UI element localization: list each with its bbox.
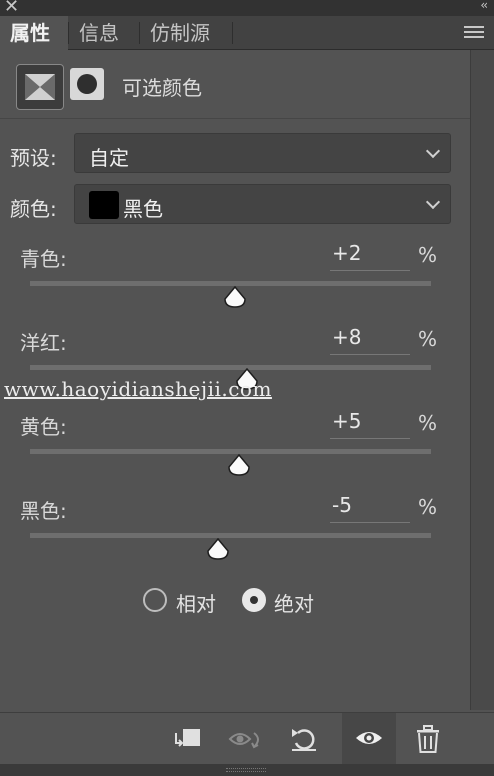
yellow-slider-thumb[interactable] (227, 453, 251, 476)
visibility-eye-icon (353, 723, 385, 755)
clip-to-layer-icon[interactable] (170, 723, 202, 755)
cyan-slider-thumb[interactable] (223, 285, 247, 308)
relative-radio-label[interactable]: 相对 (176, 588, 216, 617)
black-percent-unit: % (418, 495, 438, 519)
black-slider-track[interactable] (30, 533, 431, 538)
selective-color-adjustment-icon[interactable] (16, 64, 64, 110)
tab-clone-source[interactable]: 仿制源 (140, 16, 232, 50)
watermark-text: www.haoyidianshejii.com (4, 377, 272, 401)
cyan-value-field[interactable]: +2 (330, 241, 410, 271)
panel-resize-handle[interactable] (0, 764, 494, 776)
color-swatch (89, 191, 119, 219)
colors-value: 黑色 (123, 197, 163, 221)
yellow-value-field[interactable]: +5 (330, 409, 410, 439)
bottom-toolbar (0, 712, 494, 765)
black-label: 黑色: (20, 499, 67, 523)
cyan-percent-unit: % (418, 243, 438, 267)
absolute-radio[interactable] (242, 588, 266, 612)
yellow-label: 黄色: (20, 415, 67, 439)
collapse-panel-icon[interactable]: ‹‹ (480, 0, 487, 12)
chevron-down-icon (425, 143, 441, 159)
view-previous-icon[interactable] (228, 723, 260, 755)
chevron-down-icon (425, 194, 441, 210)
panel-tab-bar: 属性 信息 仿制源 (0, 16, 494, 51)
yellow-percent-unit: % (418, 411, 438, 435)
preset-value: 自定 (89, 146, 129, 170)
black-value-field[interactable]: -5 (330, 493, 410, 523)
tab-info[interactable]: 信息 (69, 16, 139, 50)
colors-select[interactable]: 黑色 (74, 184, 451, 224)
visibility-toggle-button[interactable] (342, 713, 396, 765)
panel-scrollbar[interactable] (470, 50, 494, 710)
magenta-value-field[interactable]: +8 (330, 325, 410, 355)
magenta-label: 洋红: (20, 331, 67, 355)
layer-mask-icon[interactable] (70, 68, 104, 100)
adjustment-title: 可选颜色 (122, 76, 202, 100)
absolute-radio-label[interactable]: 绝对 (274, 588, 314, 617)
magenta-slider-track[interactable] (30, 365, 431, 370)
trash-icon[interactable] (412, 723, 444, 755)
cyan-label: 青色: (20, 247, 67, 271)
black-slider-thumb[interactable] (206, 537, 230, 560)
magenta-percent-unit: % (418, 327, 438, 351)
tab-properties[interactable]: 属性 (0, 16, 68, 51)
reset-icon[interactable] (288, 723, 320, 755)
close-icon[interactable]: ✕ (4, 0, 19, 17)
relative-radio[interactable] (143, 588, 167, 612)
adjustment-header: 可选颜色 (0, 52, 470, 120)
colors-label: 颜色: (10, 197, 57, 221)
preset-label: 预设: (10, 146, 57, 170)
panel-menu-icon[interactable] (464, 26, 484, 40)
panel-title-bar: ✕ ‹‹ (0, 0, 494, 17)
header-divider (0, 118, 470, 119)
preset-select[interactable]: 自定 (74, 133, 451, 173)
tab-divider (232, 22, 233, 44)
